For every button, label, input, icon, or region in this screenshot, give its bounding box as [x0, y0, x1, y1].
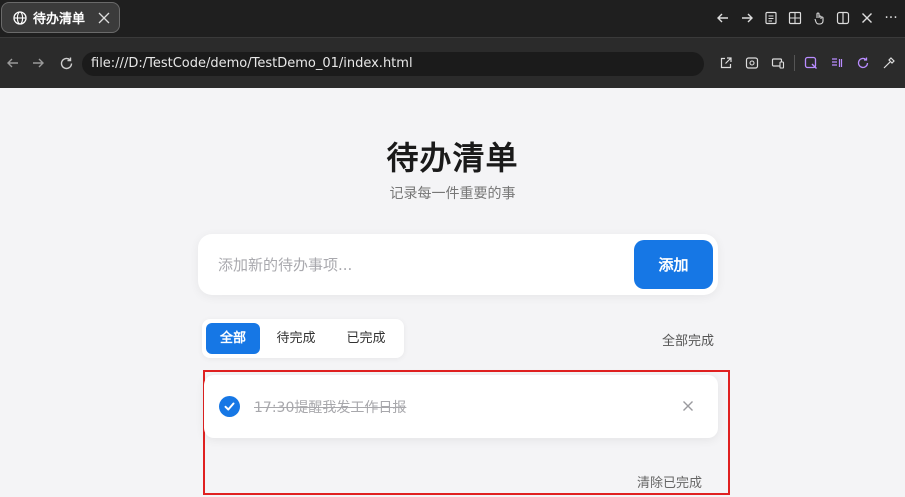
reload-icon[interactable]	[57, 54, 75, 72]
open-external-icon[interactable]	[716, 52, 736, 74]
delete-icon[interactable]	[679, 397, 697, 415]
address-bar: file:///D:/TestCode/demo/TestDemo_01/ind…	[0, 37, 905, 88]
touch-hand-icon[interactable]	[809, 7, 829, 29]
filter-pending[interactable]: 待完成	[264, 323, 328, 354]
browser-tab-strip: 待办清单 ···	[0, 0, 905, 37]
tab-close-icon[interactable]	[97, 11, 111, 25]
page-subtitle: 记录每一件重要的事	[389, 186, 516, 202]
grid-icon[interactable]	[785, 7, 805, 29]
reading-list-icon[interactable]	[827, 52, 847, 74]
todo-item: 17:30提醒我发工作日报	[204, 375, 718, 438]
globe-icon	[13, 10, 27, 25]
filter-tabs: 全部 待完成 已完成	[202, 319, 404, 358]
device-icon[interactable]	[768, 52, 788, 74]
page-title: 待办清单	[386, 139, 519, 177]
tab-title: 待办清单	[33, 12, 86, 27]
check-icon[interactable]	[219, 396, 240, 417]
reader-icon[interactable]	[761, 7, 781, 29]
nav-forward-icon[interactable]	[29, 54, 47, 72]
window-close-icon[interactable]	[857, 7, 877, 29]
url-field[interactable]: file:///D:/TestCode/demo/TestDemo_01/ind…	[82, 52, 704, 76]
copilot-icon[interactable]	[801, 52, 821, 74]
more-icon[interactable]: ···	[881, 7, 901, 29]
add-todo-card: 添加	[198, 234, 718, 295]
filter-completed[interactable]: 已完成	[334, 323, 398, 354]
window-toolbar: ···	[713, 7, 901, 29]
add-button[interactable]: 添加	[634, 240, 713, 289]
complete-all-button[interactable]: 全部完成	[662, 330, 714, 349]
screenshot-icon[interactable]	[742, 52, 762, 74]
filter-all[interactable]: 全部	[206, 323, 260, 354]
back-arrow-icon[interactable]	[713, 7, 733, 29]
nav-back-icon[interactable]	[4, 54, 22, 72]
sync-icon[interactable]	[853, 52, 873, 74]
tools-icon[interactable]	[879, 52, 899, 74]
new-todo-input[interactable]	[218, 252, 618, 278]
toolbar-divider	[794, 55, 795, 71]
extension-toolbar	[716, 52, 899, 74]
forward-arrow-icon[interactable]	[737, 7, 757, 29]
todo-text: 17:30提醒我发工作日报	[254, 400, 407, 416]
split-view-icon[interactable]	[833, 7, 853, 29]
clear-completed-button[interactable]: 清除已完成	[637, 472, 702, 491]
browser-tab[interactable]: 待办清单	[1, 2, 120, 33]
